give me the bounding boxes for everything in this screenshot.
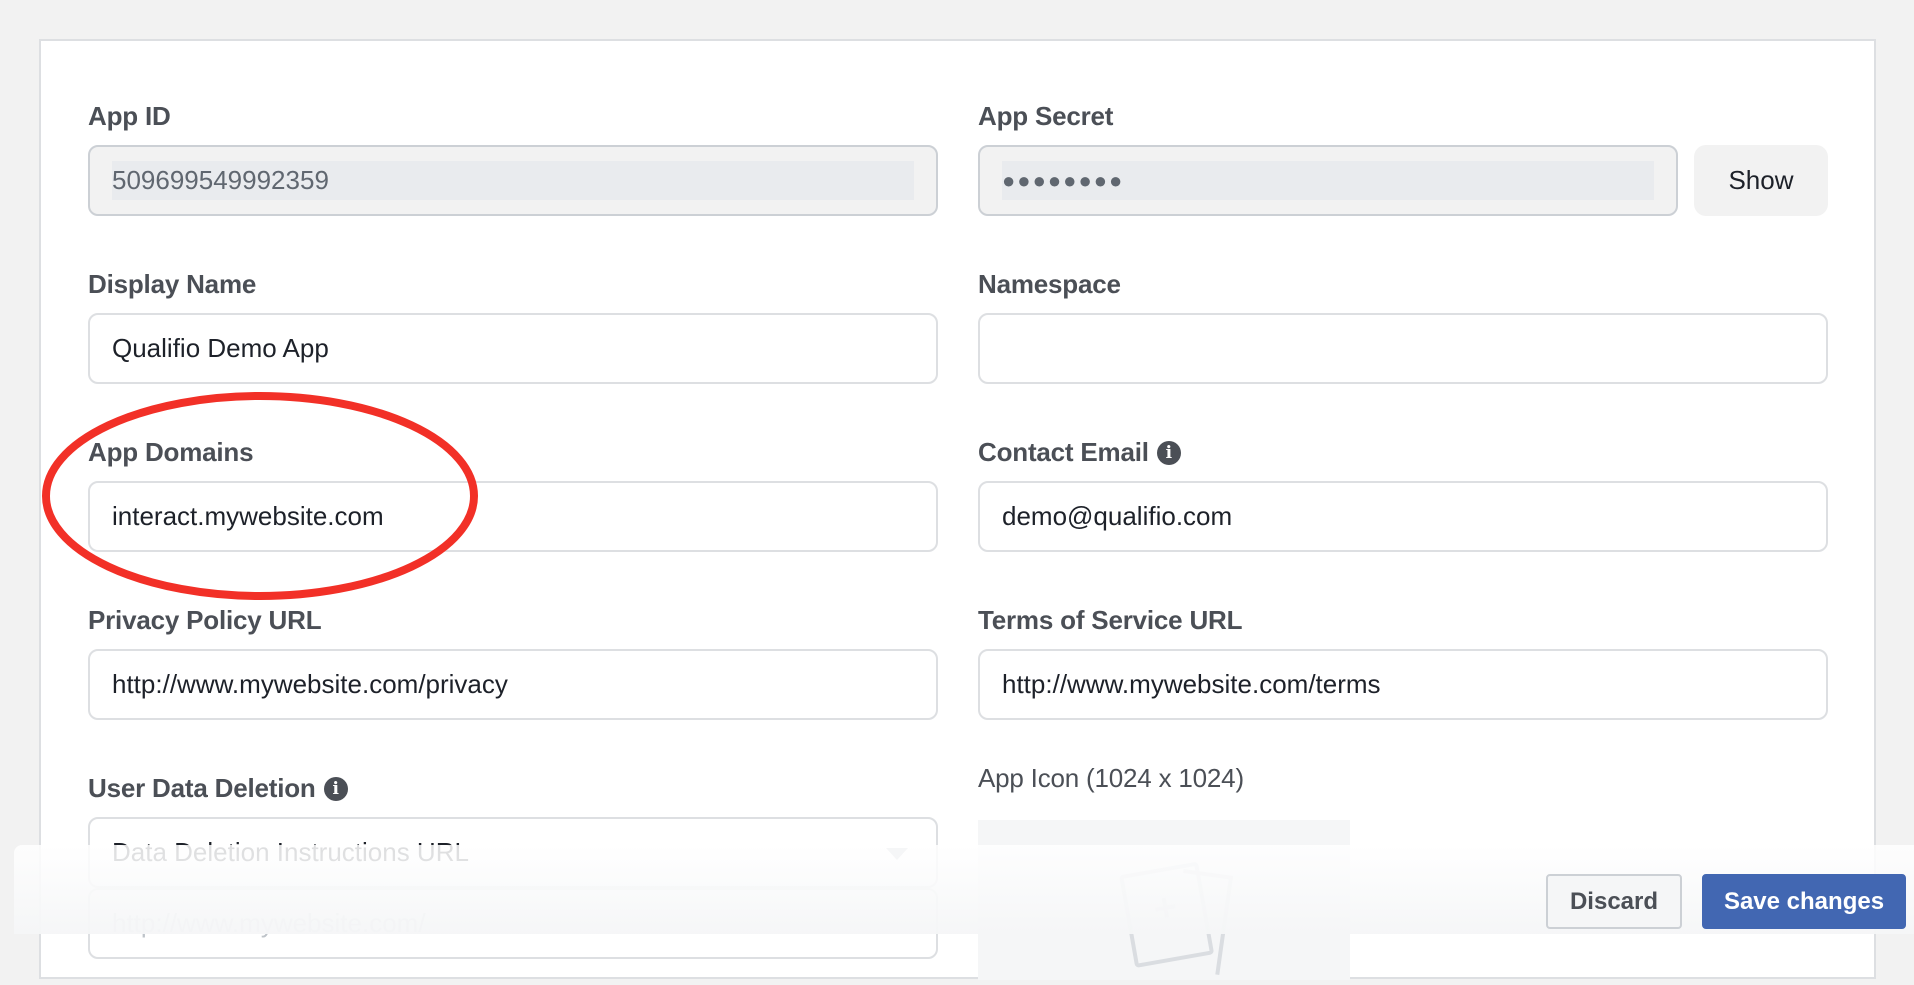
namespace-input[interactable] bbox=[978, 313, 1828, 384]
info-icon[interactable]: i bbox=[1156, 440, 1181, 465]
display-name-input[interactable]: Qualifio Demo App bbox=[88, 313, 938, 384]
contact-email-label: Contact Email i bbox=[978, 437, 1181, 468]
contact-email-input[interactable]: demo@qualifio.com bbox=[978, 481, 1828, 552]
app-domains-value: interact.mywebsite.com bbox=[112, 501, 384, 531]
contact-email-label-text: Contact Email bbox=[978, 437, 1149, 467]
app-icon-label-text: App Icon (1024 x 1024) bbox=[978, 763, 1244, 793]
app-domains-label: App Domains bbox=[88, 437, 254, 468]
app-secret-label: App Secret bbox=[978, 101, 1113, 132]
terms-of-service-value: http://www.mywebsite.com/terms bbox=[1002, 669, 1381, 699]
save-changes-button[interactable]: Save changes bbox=[1702, 874, 1906, 929]
namespace-label: Namespace bbox=[978, 269, 1121, 300]
show-secret-button[interactable]: Show bbox=[1694, 145, 1828, 216]
user-data-deletion-label-text: User Data Deletion bbox=[88, 773, 316, 803]
user-data-deletion-label: User Data Deletion i bbox=[88, 773, 348, 804]
contact-email-value: demo@qualifio.com bbox=[1002, 501, 1233, 531]
app-domains-label-text: App Domains bbox=[88, 437, 254, 467]
display-name-value: Qualifio Demo App bbox=[112, 333, 329, 363]
info-icon[interactable]: i bbox=[323, 776, 348, 801]
app-secret-value: ●●●●●●●● bbox=[1002, 161, 1654, 200]
privacy-policy-label: Privacy Policy URL bbox=[88, 605, 322, 636]
app-icon-label: App Icon (1024 x 1024) bbox=[978, 763, 1244, 794]
app-id-value: 509699549992359 bbox=[112, 161, 914, 200]
app-id-label-text: App ID bbox=[88, 101, 171, 131]
terms-of-service-input[interactable]: http://www.mywebsite.com/terms bbox=[978, 649, 1828, 720]
display-name-label-text: Display Name bbox=[88, 269, 257, 299]
app-id-field[interactable]: 509699549992359 bbox=[88, 145, 938, 216]
app-secret-label-text: App Secret bbox=[978, 101, 1114, 131]
app-domains-input[interactable]: interact.mywebsite.com bbox=[88, 481, 938, 552]
discard-button[interactable]: Discard bbox=[1546, 874, 1682, 929]
namespace-label-text: Namespace bbox=[978, 269, 1121, 299]
terms-of-service-label-text: Terms of Service URL bbox=[978, 605, 1243, 635]
app-id-label: App ID bbox=[88, 101, 171, 132]
privacy-policy-input[interactable]: http://www.mywebsite.com/privacy bbox=[88, 649, 938, 720]
display-name-label: Display Name bbox=[88, 269, 256, 300]
privacy-policy-value: http://www.mywebsite.com/privacy bbox=[112, 669, 508, 699]
terms-of-service-label: Terms of Service URL bbox=[978, 605, 1242, 636]
app-secret-field[interactable]: ●●●●●●●● bbox=[978, 145, 1678, 216]
privacy-policy-label-text: Privacy Policy URL bbox=[88, 605, 322, 635]
